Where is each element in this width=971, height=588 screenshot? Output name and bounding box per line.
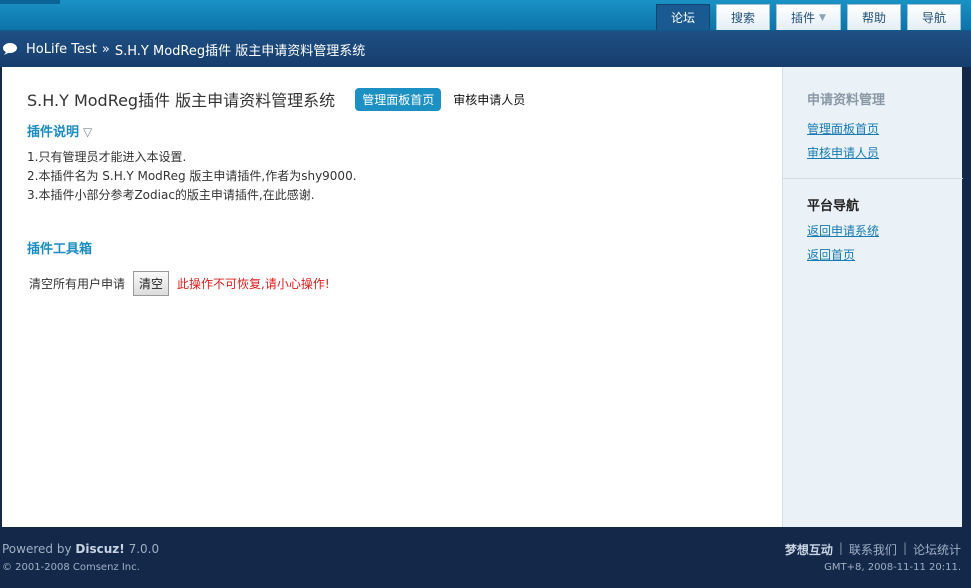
triangle-down-icon: ▽ — [83, 125, 93, 139]
nav-navigation[interactable]: 导航 — [906, 4, 961, 30]
clear-label: 清空所有用户申请 — [29, 277, 126, 291]
footer-links: 梦想互动 | 联系我们 | 论坛统计 — [785, 541, 961, 558]
sidebar-link-review[interactable]: 审核申请人员 — [807, 144, 879, 161]
footer-link-stats[interactable]: 论坛统计 — [913, 541, 961, 558]
sidebar-link-back-to-system[interactable]: 返回申请系统 — [807, 222, 879, 239]
review-applicants-link[interactable]: 审核申请人员 — [453, 91, 525, 108]
intro-line: 1.只有管理员才能进入本设置. — [27, 150, 187, 164]
breadcrumb-separator: » — [101, 41, 110, 57]
nav-search[interactable]: 搜索 — [716, 4, 771, 30]
footer-separator: | — [838, 541, 843, 555]
main-nav: 论坛 搜索 插件 ▼ 帮助 导航 — [656, 4, 961, 30]
main-content: S.H.Y ModReg插件 版主申请资料管理系统 管理面板首页 审核申请人员 … — [2, 67, 782, 527]
sidebar: 申请资料管理 管理面板首页 审核申请人员 平台导航 返回申请系统 返回首页 — [782, 67, 963, 527]
copyright: © 2001-2008 Comsenz Inc. — [2, 562, 140, 573]
discuz-link[interactable]: Discuz! — [75, 542, 124, 556]
breadcrumb: HoLife Test » S.H.Y ModReg插件 版主申请资料管理系统 — [0, 31, 971, 67]
intro-text: 1.只有管理员才能进入本设置. 2.本插件名为 S.H.Y ModReg 版主申… — [27, 148, 357, 205]
toolbox-heading: 插件工具箱 — [27, 242, 93, 257]
sidebar-link-admin-home[interactable]: 管理面板首页 — [807, 120, 879, 137]
intro-heading[interactable]: 插件说明 ▽ — [27, 121, 92, 140]
footer: Powered by Discuz! 7.0.0 © 2001-2008 Com… — [0, 527, 971, 588]
chat-bubble-icon — [3, 43, 17, 55]
nav-plugins[interactable]: 插件 ▼ — [776, 4, 841, 30]
title-row: S.H.Y ModReg插件 版主申请资料管理系统 管理面板首页 审核申请人员 — [27, 87, 525, 111]
powered-by: Powered by Discuz! 7.0.0 — [2, 542, 160, 556]
footer-link-contact[interactable]: 联系我们 — [849, 541, 897, 558]
admin-home-button[interactable]: 管理面板首页 — [355, 87, 442, 111]
sidebar-title-management: 申请资料管理 — [807, 93, 886, 108]
footer-separator: | — [902, 541, 907, 555]
nav-help[interactable]: 帮助 — [846, 4, 901, 30]
sidebar-link-back-home[interactable]: 返回首页 — [807, 246, 855, 263]
sidebar-title-navigation: 平台导航 — [807, 199, 860, 214]
chevron-down-icon: ▼ — [819, 12, 826, 23]
page-title: S.H.Y ModReg插件 版主申请资料管理系统 — [27, 91, 336, 110]
warning-text: 此操作不可恢复,请小心操作! — [177, 277, 330, 291]
footer-link-brand[interactable]: 梦想互动 — [785, 541, 833, 558]
breadcrumb-site-link[interactable]: HoLife Test — [26, 42, 97, 57]
intro-line: 3.本插件小部分参考Zodiac的版主申请插件,在此感谢. — [27, 188, 315, 202]
top-bar: 论坛 搜索 插件 ▼ 帮助 导航 — [0, 0, 971, 31]
footer-timestamp: GMT+8, 2008-11-11 20:11. — [824, 562, 961, 573]
clear-row: 清空所有用户申请 清空 此操作不可恢复,请小心操作! — [29, 271, 330, 296]
clear-button[interactable]: 清空 — [133, 271, 170, 296]
nav-forum[interactable]: 论坛 — [656, 4, 711, 30]
intro-line: 2.本插件名为 S.H.Y ModReg 版主申请插件,作者为shy9000. — [27, 169, 357, 183]
breadcrumb-current: S.H.Y ModReg插件 版主申请资料管理系统 — [114, 43, 366, 59]
logo-strip — [0, 0, 60, 4]
sidebar-divider — [783, 178, 963, 179]
